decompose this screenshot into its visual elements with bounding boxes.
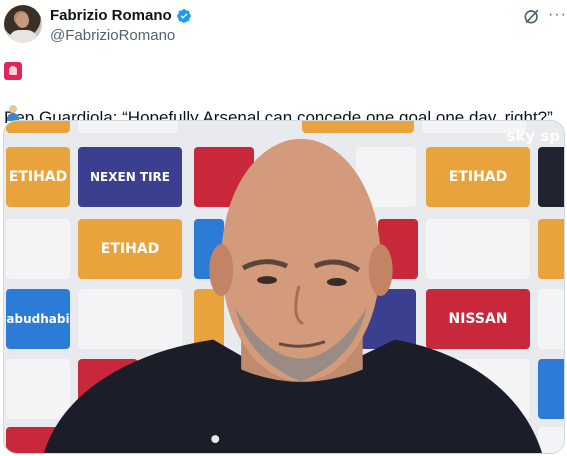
author-handle[interactable]: @FabrizioRomano: [50, 27, 175, 44]
siren-emoji-icon: [4, 62, 22, 80]
author-avatar[interactable]: [4, 5, 42, 43]
grok-icon[interactable]: [522, 6, 542, 26]
author-name[interactable]: Fabrizio Romano: [50, 7, 172, 24]
avatar-face: [16, 13, 29, 28]
tweet-media-photo[interactable]: ETIHAD NEXEN TIRE ETIHAD ETIHAD abudhabi…: [3, 120, 565, 454]
avatar-shirt: [9, 30, 37, 43]
verified-badge-icon: [176, 8, 191, 23]
tweet-header: Fabrizio Romano @FabrizioRomano ···: [0, 0, 567, 52]
tweet-text-block: Pep Guardiola: “Hopefully Arsenal can co…: [4, 60, 564, 129]
more-options-icon[interactable]: ···: [548, 6, 566, 26]
author-name-row[interactable]: Fabrizio Romano: [50, 7, 192, 24]
speaker-figure: [43, 138, 543, 453]
